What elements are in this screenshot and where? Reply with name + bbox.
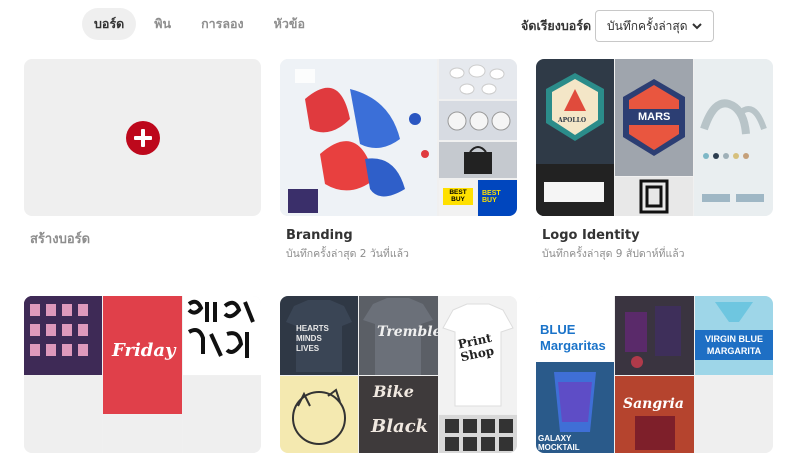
board-card-tshirts[interactable]: HEARTS MINDS LIVES Tremble Print Shop Bi…: [280, 296, 517, 453]
chevron-down-icon: [692, 23, 702, 30]
cover-image-virgin-margarita: VIRGIN BLUE MARGARITA: [695, 296, 773, 375]
cover-image-photos: [439, 415, 517, 453]
create-board-cover[interactable]: [24, 59, 261, 216]
profile-tabs: บอร์ด พิน การลอง หัวข้อ: [82, 8, 317, 40]
apollo-text: APOLLO: [558, 117, 587, 124]
plus-icon[interactable]: [125, 120, 160, 155]
bag-artwork: [464, 146, 492, 174]
board-card-typography[interactable]: Friday: [24, 296, 261, 453]
board-card-logo-identity[interactable]: APOLLO MARS Logo Identity บันทึกครั้งล่า…: [536, 59, 773, 262]
branding-artwork: [280, 59, 437, 216]
jars-artwork: [449, 64, 505, 95]
cover-image-apollo: APOLLO: [536, 59, 614, 216]
tab-topics[interactable]: หัวข้อ: [262, 8, 317, 40]
cover-image-sangria: Sangria: [615, 376, 694, 453]
cover-image-lettering: [183, 296, 261, 375]
board-cover[interactable]: BLUE Margaritas GALAXY MOCKTAIL Sangria: [536, 296, 773, 453]
tremble-text: Tremble: [377, 324, 438, 340]
board-cover[interactable]: Friday: [24, 296, 261, 453]
cover-empty: [103, 415, 182, 453]
board-cover[interactable]: APOLLO MARS: [536, 59, 773, 216]
galaxy-drink-photo: GALAXY MOCKTAIL: [536, 362, 614, 453]
cover-image-bike: Bike Black: [359, 376, 438, 453]
cover-image-bestbuy: BEST BUY BEST BUY: [439, 180, 517, 216]
sangria-glass: [635, 416, 675, 450]
bestbuy-blue: BEST BUY: [478, 180, 517, 216]
cover-image-tshirt: HEARTS MINDS LIVES: [280, 296, 358, 375]
board-subtitle: บันทึกครั้งล่าสุด 2 วันที่แล้ว: [286, 248, 409, 260]
tab-pins[interactable]: พิน: [142, 8, 183, 40]
bestbuy-tag: BEST BUY: [439, 180, 477, 216]
cover-image-small: [439, 59, 517, 99]
cover-image-brandsheet: [694, 59, 773, 216]
create-board-label[interactable]: สร้างบอร์ด: [30, 228, 261, 249]
apollo-badge-artwork: [546, 73, 604, 141]
bestbuy-logo-text: BEST BUY: [443, 188, 473, 205]
brand-sheet-artwork: [700, 99, 767, 202]
hearts-text: HEARTS MINDS LIVES: [296, 324, 329, 353]
blue-margaritas-text: BLUE Margaritas: [540, 322, 606, 353]
cover-empty: [183, 376, 261, 453]
cover-image-small: [439, 101, 517, 140]
cover-image-blue-margaritas: BLUE Margaritas GALAXY MOCKTAIL: [536, 296, 614, 453]
black-text: Black: [371, 416, 429, 437]
cover-image-friday: Friday: [103, 296, 182, 414]
cover-image-illustration: [280, 376, 358, 453]
create-board-card[interactable]: สร้างบอร์ด: [24, 59, 261, 249]
galaxy-text: GALAXY MOCKTAIL: [538, 434, 580, 452]
sort-label: จัดเรียงบอร์ด: [521, 18, 592, 33]
board-cover[interactable]: HEARTS MINDS LIVES Tremble Print Shop Bi…: [280, 296, 517, 453]
sort-dropdown[interactable]: บันทึกครั้งล่าสุด: [595, 10, 714, 42]
card-artwork: [536, 164, 614, 216]
cocktail-artwork: [625, 306, 681, 368]
watches-artwork: [447, 111, 511, 131]
circle-illustration: [292, 388, 346, 445]
board-title[interactable]: Branding: [286, 228, 517, 243]
cover-image-cocktail: [615, 296, 694, 375]
board-title[interactable]: Logo Identity: [542, 228, 773, 243]
cover-image-tshirt: Print Shop: [439, 296, 517, 414]
cover-image-tshirt: Tremble: [359, 296, 438, 375]
cover-empty: [695, 376, 773, 453]
cover-image-mars: MARS: [615, 59, 693, 176]
maze-logo-artwork: [639, 179, 669, 214]
board-subtitle: บันทึกครั้งล่าสุด 9 สัปดาห์ที่แล้ว: [542, 248, 685, 260]
photo-grid-artwork: [445, 419, 513, 451]
cover-image-main: [280, 59, 437, 216]
mars-text: MARS: [638, 111, 671, 123]
tab-boards[interactable]: บอร์ด: [82, 8, 137, 40]
sort-selected-value: บันทึกครั้งล่าสุด: [607, 18, 688, 33]
letters-artwork: [24, 296, 102, 375]
board-card-branding[interactable]: BEST BUY BEST BUY Branding บันทึกครั้งล่…: [280, 59, 517, 262]
board-cover[interactable]: BEST BUY BEST BUY: [280, 59, 517, 216]
board-card-drinks[interactable]: BLUE Margaritas GALAXY MOCKTAIL Sangria: [536, 296, 773, 453]
cover-empty: [24, 376, 102, 453]
cover-image-letters: [24, 296, 102, 375]
lettering-artwork: [187, 299, 255, 358]
cover-image-maze: [615, 177, 693, 216]
cover-image-small: [439, 142, 517, 178]
bestbuy-logo-text: BEST BUY: [482, 190, 501, 204]
tab-tries[interactable]: การลอง: [189, 8, 256, 40]
bike-text: Bike: [373, 382, 414, 401]
virgin-text: VIRGIN BLUE MARGARITA: [695, 330, 773, 360]
friday-text: Friday: [112, 340, 176, 361]
